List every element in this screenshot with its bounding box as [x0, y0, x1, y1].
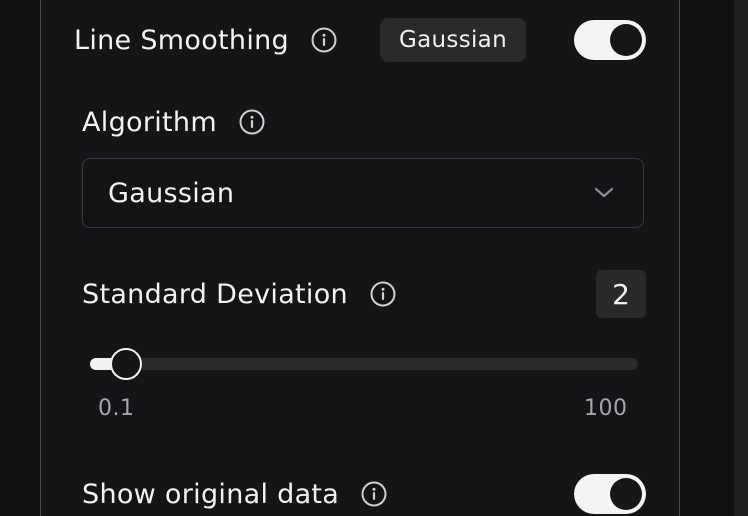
show-original-label: Show original data [82, 478, 340, 510]
toggle-knob [610, 478, 642, 510]
page: Line Smoothing Gaussian Algorithm Gaussi… [0, 0, 748, 516]
algorithm-selected-value: Gaussian [108, 178, 235, 209]
info-icon[interactable] [361, 481, 387, 507]
line-smoothing-header: Line Smoothing [74, 20, 337, 60]
std-dev-label-row: Standard Deviation [82, 274, 396, 314]
algorithm-badge: Gaussian [380, 18, 526, 62]
show-original-toggle[interactable] [574, 474, 646, 514]
algorithm-label: Algorithm [82, 106, 217, 138]
toggle-knob [610, 24, 642, 56]
info-icon[interactable] [239, 109, 265, 135]
settings-panel [40, 0, 680, 516]
info-icon[interactable] [370, 281, 396, 307]
algorithm-select[interactable]: Gaussian [82, 158, 644, 228]
chevron-down-icon [593, 185, 615, 201]
line-smoothing-title: Line Smoothing [74, 24, 289, 56]
algorithm-label-row: Algorithm [82, 102, 265, 142]
info-icon[interactable] [311, 27, 337, 53]
std-dev-slider-thumb[interactable] [109, 348, 142, 380]
slider-max-label: 100 [584, 396, 628, 421]
std-dev-slider-track[interactable] [90, 358, 638, 370]
std-dev-label: Standard Deviation [82, 278, 348, 310]
std-dev-value-input[interactable]: 2 [596, 270, 646, 318]
scrollbar[interactable] [734, 0, 748, 516]
show-original-row: Show original data [82, 474, 387, 514]
slider-min-label: 0.1 [98, 396, 135, 421]
line-smoothing-toggle[interactable] [574, 20, 646, 60]
